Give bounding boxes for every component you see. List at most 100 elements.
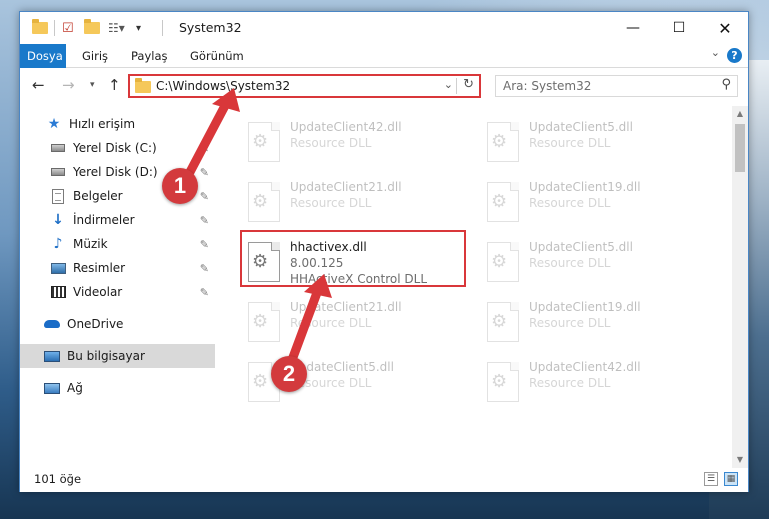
sidebar-item-local-disk-c[interactable]: Yerel Disk (C:) ✎ xyxy=(20,136,215,160)
sidebar-item-videos[interactable]: Videolar ✎ xyxy=(20,280,215,304)
ribbon-tabs: Dosya Giriş Paylaş Görünüm ⌄ ? xyxy=(20,44,748,68)
chevron-down-icon[interactable]: ⌄ xyxy=(711,46,720,59)
maximize-button[interactable]: ☐ xyxy=(656,12,702,44)
file-type: Resource DLL xyxy=(529,196,611,210)
file-name: UpdateClient21.dll xyxy=(290,180,402,194)
forward-arrow-icon[interactable]: → xyxy=(62,76,75,94)
address-path[interactable]: C:\Windows\System32 xyxy=(156,79,290,93)
file-type: Resource DLL xyxy=(529,256,611,270)
address-separator xyxy=(456,78,457,94)
customize-toolbar-icon[interactable]: ☷▾ xyxy=(108,19,125,37)
sidebar-item-label: Yerel Disk (C:) xyxy=(73,141,157,155)
pin-icon[interactable]: ✎ xyxy=(200,214,209,227)
star-icon: ★ xyxy=(47,116,61,132)
item-count: 101 öğe xyxy=(34,472,82,486)
sidebar-item-downloads[interactable]: ↓ İndirmeler ✎ xyxy=(20,208,215,232)
recent-locations-dropdown-icon[interactable]: ▾ xyxy=(90,80,95,90)
address-folder-icon xyxy=(135,78,151,93)
properties-icon[interactable]: ☑ xyxy=(62,19,74,37)
sidebar-item-onedrive[interactable]: OneDrive xyxy=(20,312,215,336)
file-name: UpdateClient42.dll xyxy=(529,360,641,374)
cloud-icon xyxy=(44,316,60,332)
quick-access-folder-icon[interactable] xyxy=(32,19,48,37)
sidebar-item-quick-access[interactable]: ★ Hızlı erişim xyxy=(20,112,215,136)
file-item[interactable]: UpdateClient42.dll Resource DLL xyxy=(242,116,467,172)
details-view-icon[interactable]: ☰ xyxy=(704,472,718,486)
title-separator-2 xyxy=(162,20,163,36)
videos-icon xyxy=(50,284,66,300)
tab-paylas[interactable]: Paylaş xyxy=(131,44,168,68)
file-item[interactable]: UpdateClient21.dll Resource DLL xyxy=(242,176,467,232)
dll-file-icon xyxy=(487,302,519,342)
search-placeholder: Ara: System32 xyxy=(503,79,592,93)
dll-file-icon xyxy=(248,302,280,342)
sidebar-item-label: Müzik xyxy=(73,237,108,251)
quick-access-dropdown-icon[interactable]: ▾ xyxy=(136,19,141,37)
address-bar[interactable]: C:\Windows\System32 ⌄ ↻ xyxy=(128,74,481,98)
file-item[interactable]: UpdateClient5.dll Resource DLL xyxy=(481,236,706,292)
refresh-icon[interactable]: ↻ xyxy=(463,77,474,92)
scroll-up-icon[interactable]: ▲ xyxy=(732,106,748,122)
sidebar-item-network[interactable]: Ağ xyxy=(20,376,215,400)
file-item[interactable]: UpdateClient19.dll Resource DLL xyxy=(481,296,706,352)
title-bar: ☑ ☷▾ ▾ System32 — ☐ ✕ xyxy=(20,12,748,44)
tab-gorunum[interactable]: Görünüm xyxy=(190,44,244,68)
tab-giris[interactable]: Giriş xyxy=(82,44,108,68)
vertical-scrollbar[interactable]: ▲ ▼ xyxy=(732,106,748,468)
up-arrow-icon[interactable]: ↑ xyxy=(108,76,121,94)
file-type: Resource DLL xyxy=(290,196,372,210)
file-name: UpdateClient21.dll xyxy=(290,300,402,314)
sidebar-item-music[interactable]: ♪ Müzik ✎ xyxy=(20,232,215,256)
file-name: UpdateClient42.dll xyxy=(290,120,402,134)
download-icon: ↓ xyxy=(52,212,64,228)
scroll-thumb[interactable] xyxy=(735,124,745,172)
sidebar-item-label: Yerel Disk (D:) xyxy=(73,165,158,179)
tab-dosya[interactable]: Dosya xyxy=(20,44,66,68)
dll-file-icon xyxy=(487,362,519,402)
sidebar-item-label: Ağ xyxy=(67,381,83,395)
file-list: UpdateClient42.dll Resource DLL UpdateCl… xyxy=(220,106,732,468)
pin-icon[interactable]: ✎ xyxy=(200,286,209,299)
dll-file-icon xyxy=(487,122,519,162)
dll-file-icon xyxy=(248,182,280,222)
pin-icon[interactable]: ✎ xyxy=(200,142,209,155)
pin-icon[interactable]: ✎ xyxy=(200,166,209,179)
search-icon[interactable]: ⚲ xyxy=(721,77,731,92)
close-button[interactable]: ✕ xyxy=(702,12,748,44)
network-icon xyxy=(44,380,60,396)
file-type: Resource DLL xyxy=(529,376,611,390)
drive-icon xyxy=(50,164,66,180)
sidebar-item-label: İndirmeler xyxy=(73,213,135,227)
minimize-button[interactable]: — xyxy=(610,12,656,44)
address-dropdown-icon[interactable]: ⌄ xyxy=(444,78,453,91)
step-2-badge: 2 xyxy=(271,356,307,392)
pin-icon[interactable]: ✎ xyxy=(200,238,209,251)
status-bar: 101 öğe ☰ ▦ xyxy=(20,468,748,492)
file-name: UpdateClient5.dll xyxy=(529,120,633,134)
file-item[interactable]: UpdateClient19.dll Resource DLL xyxy=(481,176,706,232)
pin-icon[interactable]: ✎ xyxy=(200,190,209,203)
sidebar-item-label: Resimler xyxy=(73,261,126,275)
back-arrow-icon[interactable]: ← xyxy=(32,76,45,94)
file-item[interactable]: UpdateClient5.dll Resource DLL xyxy=(481,116,706,172)
sidebar-item-label: Belgeler xyxy=(73,189,123,203)
sidebar-item-label: OneDrive xyxy=(67,317,124,331)
computer-icon xyxy=(44,348,60,364)
sidebar-item-this-pc[interactable]: Bu bilgisayar xyxy=(20,344,215,368)
title-separator xyxy=(54,20,55,36)
new-folder-icon[interactable] xyxy=(84,19,100,37)
file-item[interactable]: UpdateClient42.dll Resource DLL xyxy=(481,356,706,412)
navigation-bar: ← → ▾ ↑ C:\Windows\System32 ⌄ ↻ Ara: Sys… xyxy=(20,69,748,102)
file-type: Resource DLL xyxy=(290,316,372,330)
navigation-pane: ★ Hızlı erişim Yerel Disk (C:) ✎ Yerel D… xyxy=(20,108,215,468)
help-icon[interactable]: ? xyxy=(727,48,742,63)
file-item[interactable]: UpdateClient21.dll Resource DLL xyxy=(242,296,467,352)
file-name: UpdateClient19.dll xyxy=(529,300,641,314)
search-box[interactable]: Ara: System32 ⚲ xyxy=(495,75,738,97)
sidebar-item-pictures[interactable]: Resimler ✎ xyxy=(20,256,215,280)
pin-icon[interactable]: ✎ xyxy=(200,262,209,275)
file-highlight-box xyxy=(240,230,466,287)
tiles-view-icon[interactable]: ▦ xyxy=(724,472,738,486)
scroll-down-icon[interactable]: ▼ xyxy=(732,452,748,468)
file-name: UpdateClient19.dll xyxy=(529,180,641,194)
